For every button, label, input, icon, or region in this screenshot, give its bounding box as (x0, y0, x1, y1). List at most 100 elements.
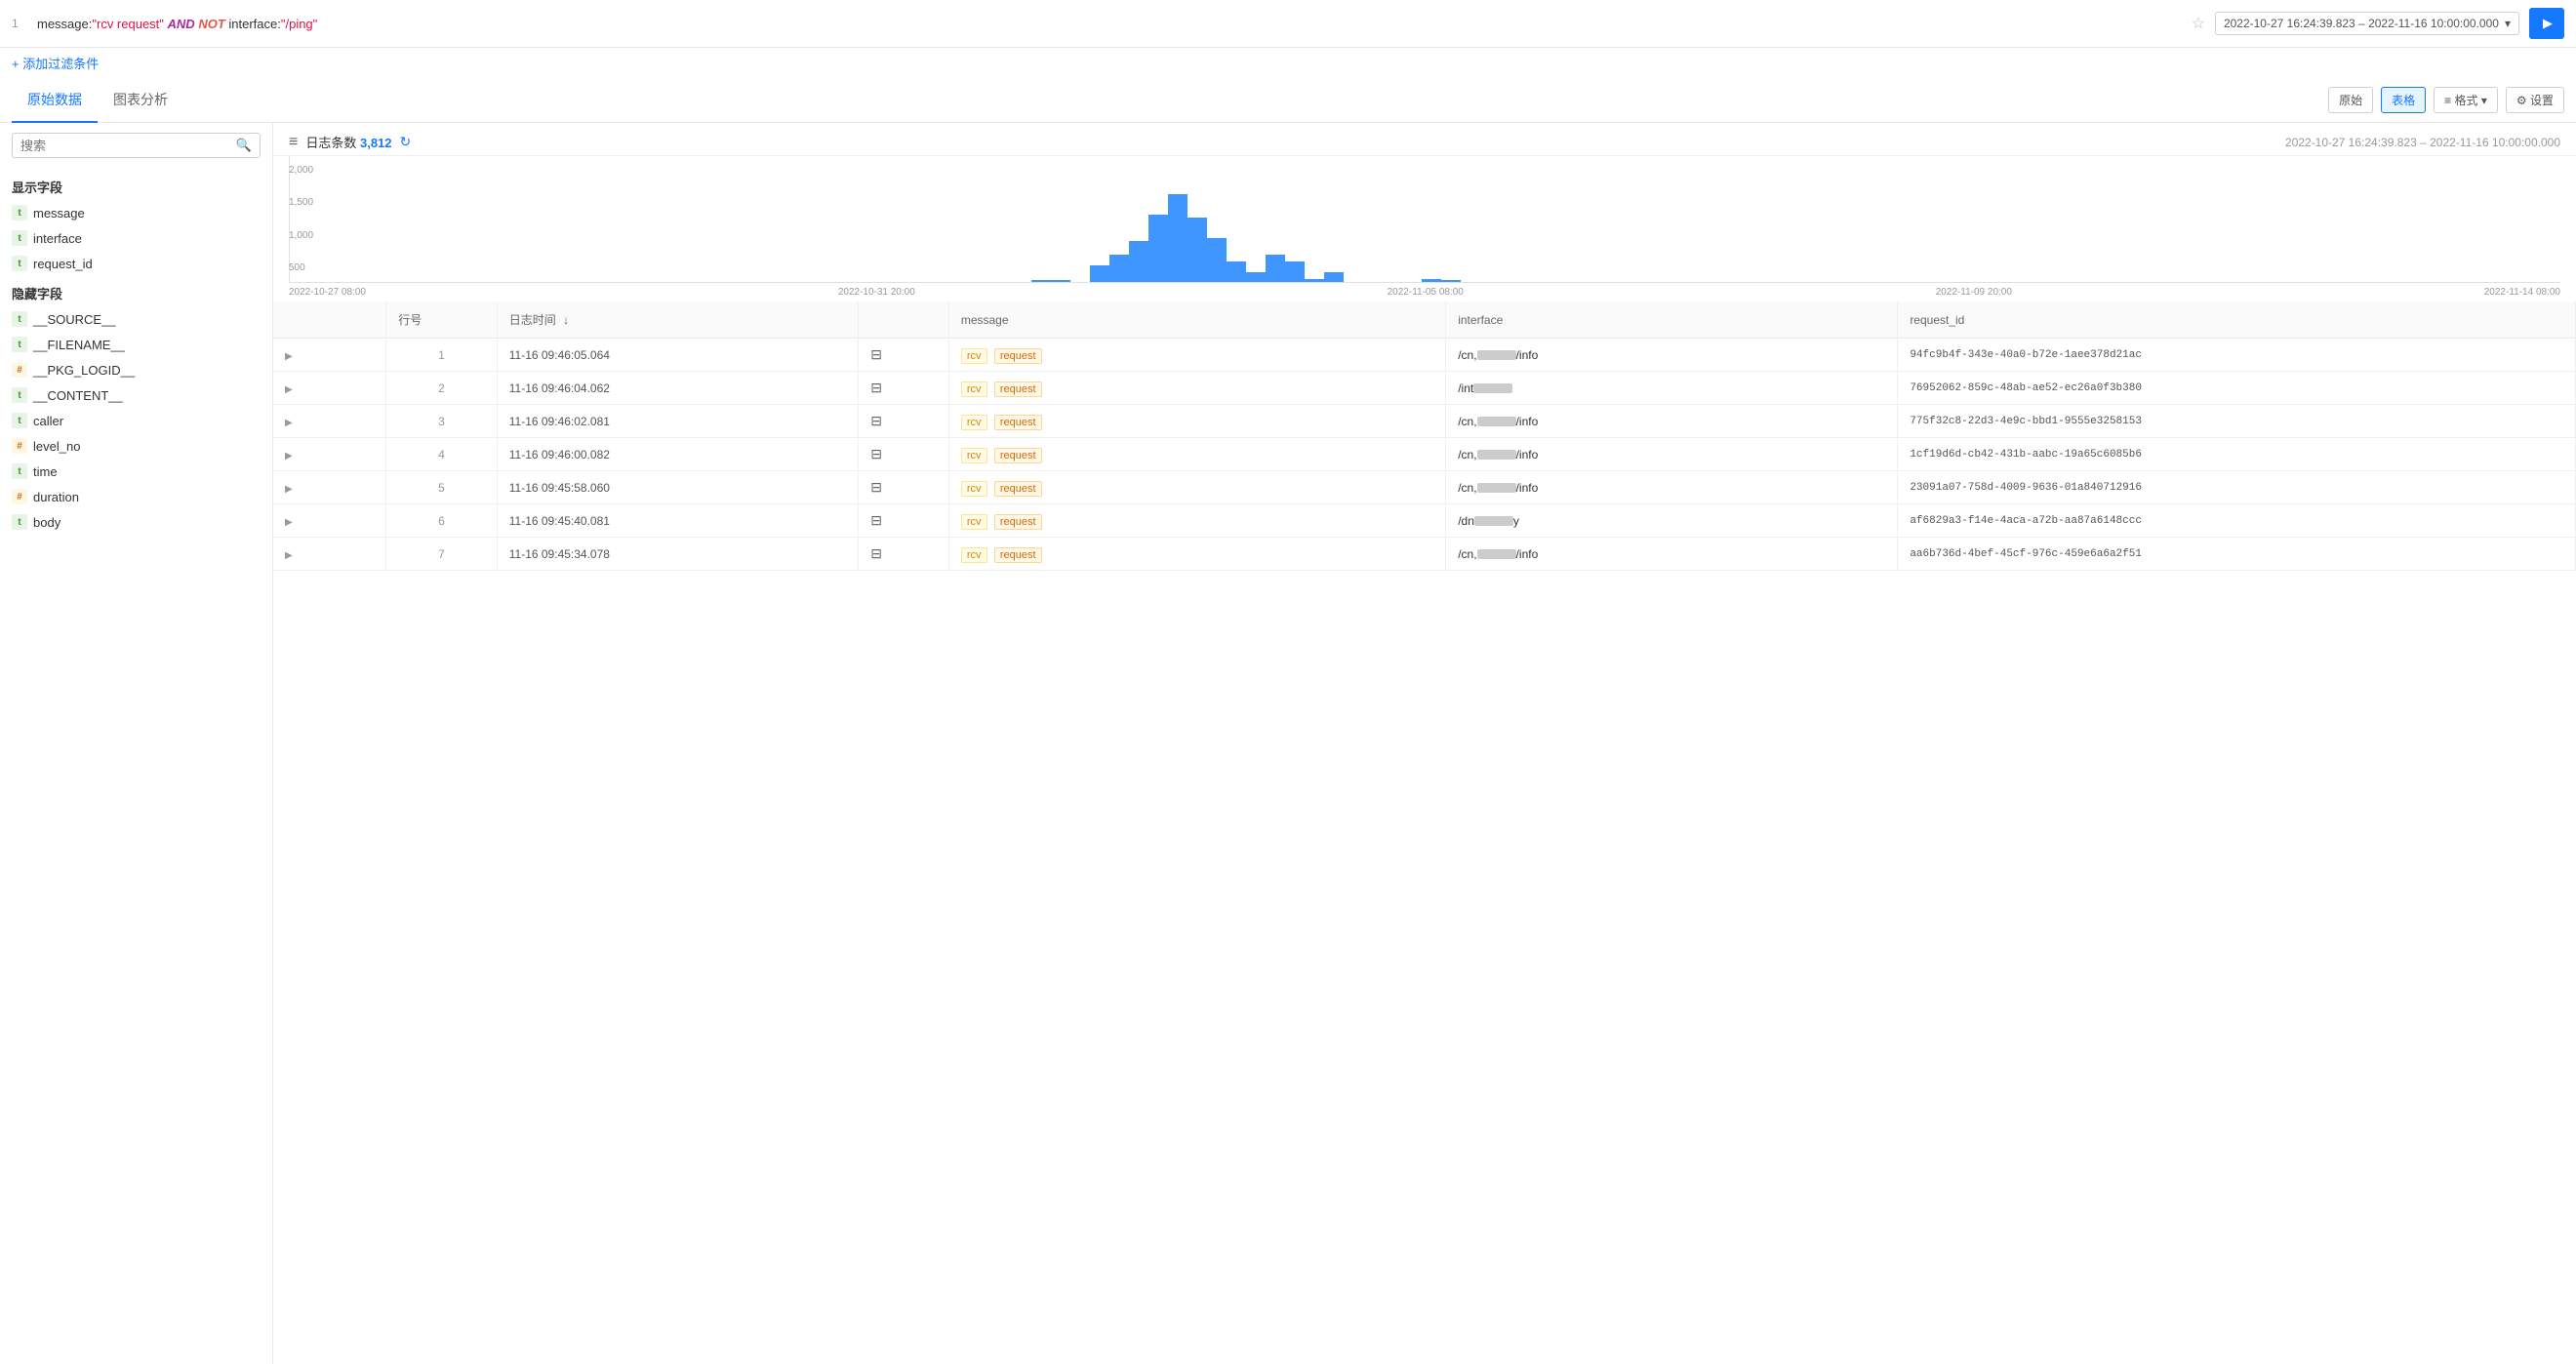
th-time[interactable]: 日志时间 ↓ (497, 301, 858, 339)
sidebar-field-request_id[interactable]: trequest_id (0, 251, 272, 276)
message-search-icon[interactable]: ⊟ (870, 413, 882, 428)
tag-rcv: rcv (961, 448, 987, 463)
row-request-id: 775f32c8-22d3-4e9c-bbd1-9555e3258153 (1898, 405, 2576, 438)
table-row: ▶ 4 11-16 09:46:00.082 ⊟ rcv request /cn… (273, 438, 2576, 471)
field-type-badge: t (12, 230, 27, 246)
row-msg-icon[interactable]: ⊟ (859, 339, 949, 372)
expand-icon[interactable]: ▶ (285, 517, 293, 528)
sidebar-hidden-field-time[interactable]: ttime (0, 459, 272, 484)
row-timestamp: 11-16 09:46:04.062 (497, 372, 858, 405)
field-type-badge: t (12, 205, 27, 221)
table-row: ▶ 1 11-16 09:46:05.064 ⊟ rcv request /cn… (273, 339, 2576, 372)
sidebar-hidden-field-duration[interactable]: #duration (0, 484, 272, 509)
sidebar-hidden-field-caller[interactable]: tcaller (0, 408, 272, 433)
row-request-id: 76952062-859c-48ab-ae52-ec26a0f3b380 (1898, 372, 2576, 405)
row-msg-icon[interactable]: ⊟ (859, 471, 949, 504)
settings-button[interactable]: ⚙ 设置 (2506, 87, 2564, 113)
sidebar-hidden-field-level_no[interactable]: #level_no (0, 433, 272, 459)
tab-chart-analysis[interactable]: 图表分析 (98, 78, 183, 123)
loading-spinner: ↻ (400, 134, 412, 150)
masked-value (1473, 383, 1512, 393)
message-search-icon[interactable]: ⊟ (870, 446, 882, 461)
tag-request: request (994, 381, 1042, 397)
sidebar-hidden-field-__FILENAME__[interactable]: t__FILENAME__ (0, 332, 272, 357)
row-expand-cell: ▶ (273, 538, 386, 571)
tag-request: request (994, 481, 1042, 497)
message-search-icon[interactable]: ⊟ (870, 346, 882, 362)
message-search-icon[interactable]: ⊟ (870, 479, 882, 495)
row-request-id: af6829a3-f14e-4aca-a72b-aa87a6148ccc (1898, 504, 2576, 538)
tag-request: request (994, 514, 1042, 530)
sidebar-hidden-field-__SOURCE__[interactable]: t__SOURCE__ (0, 306, 272, 332)
content-area: ≡ 日志条数 3,812 ↻ 2022-10-27 16:24:39.823 –… (273, 123, 2576, 1364)
message-search-icon[interactable]: ⊟ (870, 380, 882, 395)
th-expand (273, 301, 386, 339)
tag-rcv: rcv (961, 481, 987, 497)
field-name-label: time (33, 464, 58, 479)
row-timestamp: 11-16 09:46:05.064 (497, 339, 858, 372)
sidebar-hidden-field-__PKG_LOGID__[interactable]: # __PKG_LOGID__ (0, 357, 272, 382)
message-search-icon[interactable]: ⊟ (870, 512, 882, 528)
histogram-bar (1266, 255, 1285, 282)
expand-icon[interactable]: ▶ (285, 550, 293, 561)
histogram-bars (289, 156, 2560, 283)
histogram-bar (1129, 241, 1148, 282)
tag-request: request (994, 547, 1042, 563)
expand-icon[interactable]: ▶ (285, 451, 293, 461)
message-search-icon[interactable]: ⊟ (870, 545, 882, 561)
field-type-badge: t (12, 413, 27, 428)
histogram-bar (1031, 280, 1051, 282)
row-request-id: 23091a07-758d-4009-9636-01a840712916 (1898, 471, 2576, 504)
th-interface: interface (1446, 301, 1898, 339)
x-label-5: 2022-11-14 08:00 (2484, 287, 2560, 298)
row-msg-icon[interactable]: ⊟ (859, 538, 949, 571)
format-button[interactable]: ≡ 格式 ▾ (2434, 87, 2498, 113)
histogram-bar (1246, 272, 1266, 282)
histogram-bar (1441, 280, 1461, 282)
sidebar-search-input[interactable] (20, 139, 236, 153)
field-type-badge: # (12, 362, 27, 378)
expand-icon[interactable]: ▶ (285, 418, 293, 428)
expand-icon[interactable]: ▶ (285, 384, 293, 395)
tab-raw-data[interactable]: 原始数据 (12, 78, 98, 123)
histogram: 2,000 1,500 1,000 500 (273, 156, 2576, 283)
expand-icon[interactable]: ▶ (285, 351, 293, 362)
view-original-button[interactable]: 原始 (2328, 87, 2373, 113)
tag-rcv: rcv (961, 415, 987, 430)
field-name-label: __SOURCE__ (33, 312, 116, 327)
row-message: rcv request (948, 339, 1445, 372)
field-name-label: __CONTENT__ (33, 388, 123, 403)
row-msg-icon[interactable]: ⊟ (859, 438, 949, 471)
expand-icon[interactable]: ▶ (285, 484, 293, 495)
row-msg-icon[interactable]: ⊟ (859, 372, 949, 405)
sidebar-search-container[interactable]: 🔍 (12, 133, 261, 158)
row-timestamp: 11-16 09:45:58.060 (497, 471, 858, 504)
field-type-badge: t (12, 387, 27, 403)
row-number: 4 (386, 438, 497, 471)
search-button[interactable]: ▶ (2529, 8, 2564, 39)
row-message: rcv request (948, 538, 1445, 571)
sidebar-search-icon: 🔍 (236, 138, 252, 153)
sidebar-hidden-field-__CONTENT__[interactable]: t __CONTENT__ (0, 382, 272, 408)
row-interface: /cn, /info (1446, 538, 1898, 571)
row-number: 7 (386, 538, 497, 571)
logs-table: 行号 日志时间 ↓ message interface request_id ▶… (273, 301, 2576, 571)
row-msg-icon[interactable]: ⊟ (859, 504, 949, 538)
query-string1: "rcv request" (92, 17, 164, 31)
view-table-button[interactable]: 表格 (2381, 87, 2426, 113)
sidebar-hidden-field-body[interactable]: tbody (0, 509, 272, 535)
row-request-id: aa6b736d-4bef-45cf-976c-459e6a6a2f51 (1898, 538, 2576, 571)
query-string2: "/ping" (281, 17, 317, 31)
search-query[interactable]: message:"rcv request" AND NOT interface:… (37, 17, 2182, 31)
sidebar-field-interface[interactable]: tinterface (0, 225, 272, 251)
row-msg-icon[interactable]: ⊟ (859, 405, 949, 438)
time-range-selector[interactable]: 2022-10-27 16:24:39.823 – 2022-11-16 10:… (2215, 12, 2519, 35)
sidebar-field-message[interactable]: tmessage (0, 200, 272, 225)
x-label-1: 2022-10-27 08:00 (289, 287, 366, 298)
row-number: 3 (386, 405, 497, 438)
favorite-icon[interactable]: ☆ (2192, 14, 2205, 33)
add-filter-button[interactable]: + 添加过滤条件 (12, 57, 99, 71)
field-name-label: __PKG_LOGID__ (33, 363, 135, 378)
query-part1: message: (37, 17, 92, 31)
tabs-row: 原始数据 图表分析 原始 表格 ≡ 格式 ▾ ⚙ 设置 (0, 78, 2576, 123)
